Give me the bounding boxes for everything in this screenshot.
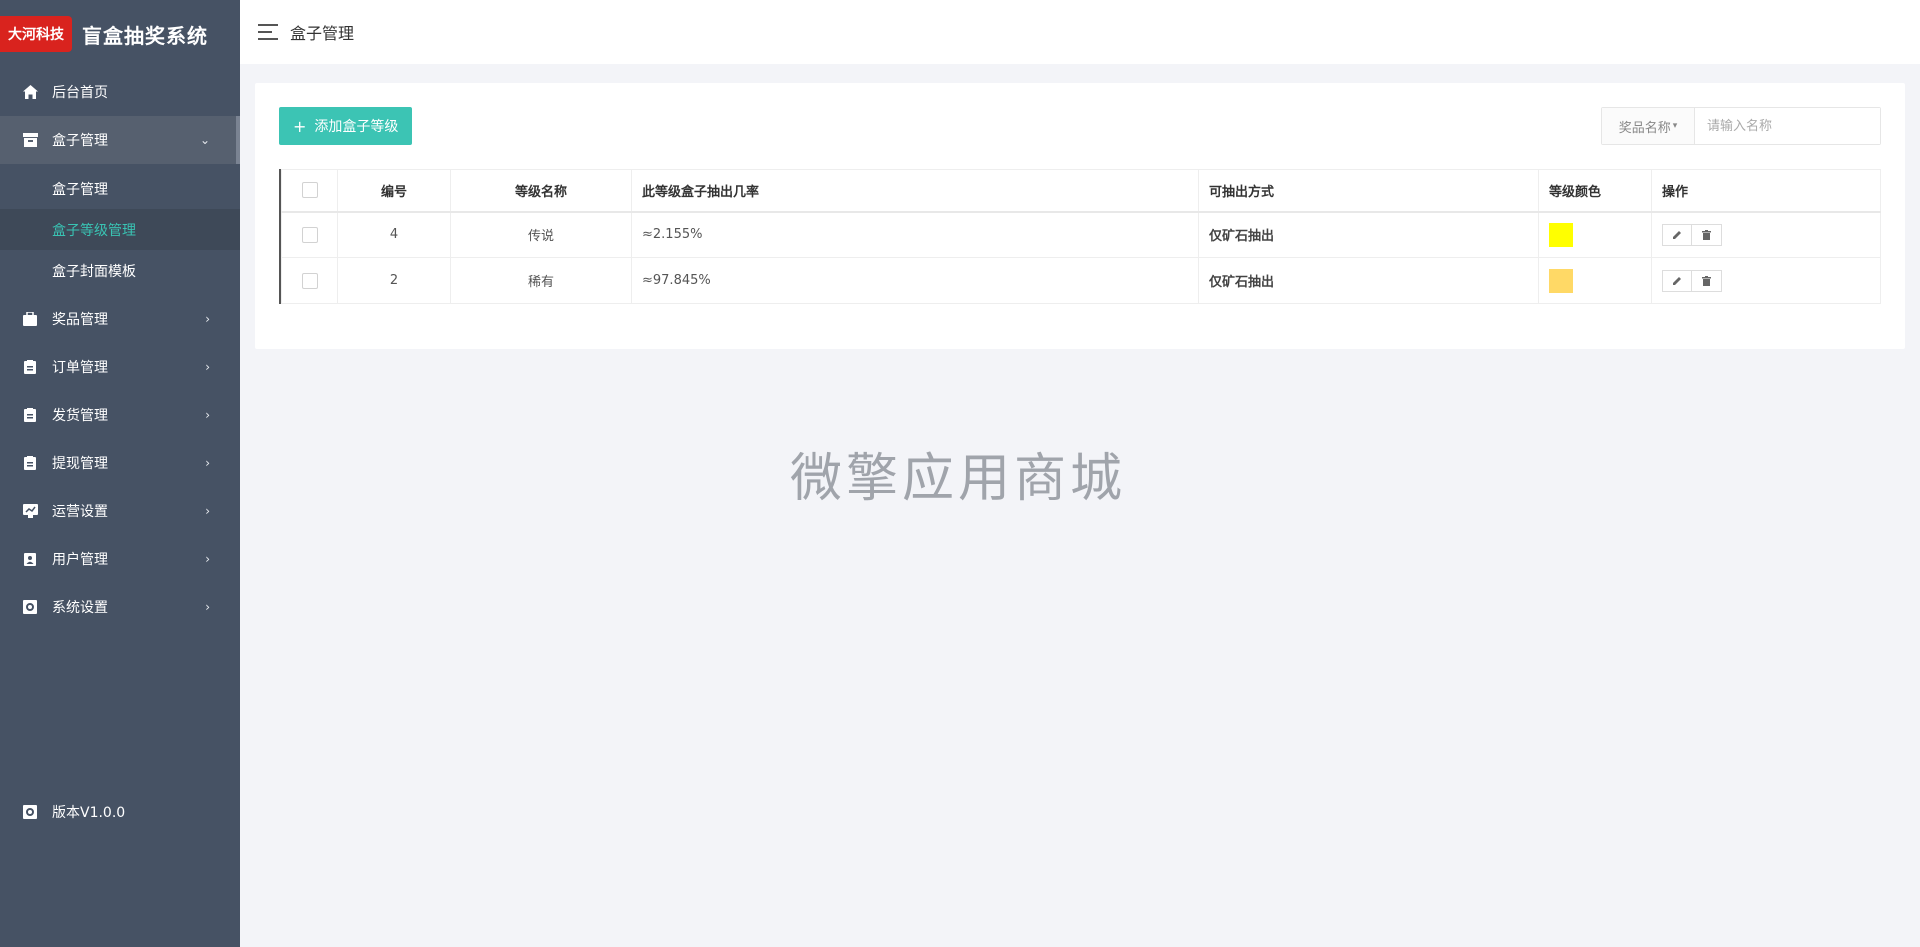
user-badge-icon: [22, 551, 38, 567]
delete-button[interactable]: [1692, 223, 1722, 246]
cell-actions: [1651, 257, 1881, 304]
table-row: 4 传说 ≈2.155% 仅矿石抽出: [281, 211, 1881, 258]
header-method: 可抽出方式: [1198, 169, 1539, 212]
cell-level-name: 传说: [450, 211, 632, 258]
sidebar-item-prize-management[interactable]: 奖品管理 ›: [0, 295, 240, 343]
header-id: 编号: [337, 169, 451, 212]
sidebar-item-order-management[interactable]: 订单管理 ›: [0, 343, 240, 391]
add-button-label: 添加盒子等级: [314, 119, 399, 135]
chevron-right-icon: ›: [205, 552, 210, 566]
brand: 大河科技 盲盒抽奖系统: [0, 0, 240, 68]
sidebar-item-label: 奖品管理: [52, 312, 108, 328]
bag-icon: [22, 311, 38, 327]
sidebar-subitem-box-level-management[interactable]: 盒子等级管理: [0, 209, 240, 250]
chevron-right-icon: ›: [205, 312, 210, 326]
sidebar-item-withdrawal-management[interactable]: 提现管理 ›: [0, 439, 240, 487]
cell-level-name: 稀有: [450, 257, 632, 304]
delete-button[interactable]: [1692, 269, 1722, 292]
cell-rate: ≈97.845%: [631, 257, 1199, 304]
color-swatch: [1549, 222, 1573, 247]
brand-logo: 大河科技: [0, 16, 72, 52]
search-input[interactable]: [1695, 108, 1880, 144]
search-field-select[interactable]: 奖品名称 ▾: [1602, 108, 1695, 144]
sidebar-item-home[interactable]: 后台首页: [0, 68, 240, 116]
sidebar-item-label: 盒子管理: [52, 133, 108, 149]
cell-id: 4: [337, 211, 451, 258]
sidebar-item-label: 订单管理: [52, 360, 108, 376]
gear-box-icon: [22, 804, 38, 820]
edit-button[interactable]: [1662, 269, 1692, 292]
sidebar-item-label: 用户管理: [52, 552, 108, 568]
sidebar-item-label: 提现管理: [52, 456, 108, 472]
sidebar-item-label: 运营设置: [52, 504, 108, 520]
sidebar-item-label: 后台首页: [52, 85, 108, 101]
pencil-icon: [1673, 276, 1681, 285]
row-checkbox[interactable]: [301, 226, 318, 243]
chevron-right-icon: ›: [205, 504, 210, 518]
cell-color: [1538, 211, 1652, 258]
sidebar-item-system-settings[interactable]: 系统设置 ›: [0, 583, 240, 631]
sidebar-item-user-management[interactable]: 用户管理 ›: [0, 535, 240, 583]
gear-box-icon: [22, 599, 38, 615]
edit-button[interactable]: [1662, 223, 1692, 246]
table-header-row: 编号 等级名称 此等级盒子抽出几率 可抽出方式 等级颜色 操作: [281, 169, 1881, 212]
sidebar-item-shipping-management[interactable]: 发货管理 ›: [0, 391, 240, 439]
sidebar-subitem-box-cover-template[interactable]: 盒子封面模板: [0, 250, 240, 291]
cell-method: 仅矿石抽出: [1198, 257, 1539, 304]
sidebar: 大河科技 盲盒抽奖系统 后台首页 盒子管理 ⌄ 盒子管理 盒子等级管理 盒子封面…: [0, 0, 240, 947]
home-icon: [22, 84, 38, 100]
header-rate: 此等级盒子抽出几率: [631, 169, 1199, 212]
cell-id: 2: [337, 257, 451, 304]
caret-down-icon: ▾: [1672, 121, 1678, 131]
chevron-right-icon: ›: [205, 360, 210, 374]
table-row: 2 稀有 ≈97.845% 仅矿石抽出: [281, 257, 1881, 304]
chevron-right-icon: ›: [205, 408, 210, 422]
row-checkbox[interactable]: [301, 272, 318, 289]
pencil-icon: [1673, 230, 1681, 239]
select-all-checkbox[interactable]: [301, 182, 318, 199]
page-title: 盒子管理: [290, 24, 355, 43]
search-select-label: 奖品名称: [1618, 120, 1671, 136]
topbar: 盒子管理: [240, 0, 1920, 64]
cell-actions: [1651, 211, 1881, 258]
box-icon: [22, 132, 38, 148]
sidebar-item-label: 系统设置: [52, 600, 108, 616]
trash-icon: [1702, 229, 1711, 240]
chart-icon: [22, 503, 38, 519]
select-all-cell: [281, 169, 338, 212]
chevron-right-icon: ›: [205, 600, 210, 614]
version-label: 版本V1.0.0: [52, 805, 126, 821]
header-actions: 操作: [1651, 169, 1881, 212]
sidebar-subitem-box-management[interactable]: 盒子管理: [0, 168, 240, 209]
cell-color: [1538, 257, 1652, 304]
clipboard-icon: [22, 407, 38, 423]
cell-rate: ≈2.155%: [631, 211, 1199, 258]
header-color: 等级颜色: [1538, 169, 1652, 212]
sidebar-item-label: 发货管理: [52, 408, 108, 424]
sidebar-item-box-management[interactable]: 盒子管理 ⌄: [0, 116, 240, 164]
submenu-box: 盒子管理 盒子等级管理 盒子封面模板: [0, 164, 240, 295]
plus-icon: +: [293, 116, 307, 136]
sidebar-version: 版本V1.0.0: [0, 788, 240, 836]
menu-toggle-icon[interactable]: [258, 24, 278, 40]
clipboard-icon: [22, 359, 38, 375]
clipboard-icon: [22, 455, 38, 471]
level-table: 编号 等级名称 此等级盒子抽出几率 可抽出方式 等级颜色 操作 4 传说 ≈2.…: [279, 169, 1881, 304]
row-select-cell: [281, 211, 338, 258]
trash-icon: [1702, 275, 1711, 286]
color-swatch: [1549, 268, 1573, 293]
search-bar: 奖品名称 ▾: [1601, 107, 1881, 145]
sidebar-item-operation-settings[interactable]: 运营设置 ›: [0, 487, 240, 535]
sidebar-nav: 后台首页 盒子管理 ⌄ 盒子管理 盒子等级管理 盒子封面模板 奖品管理 › 订单: [0, 68, 240, 631]
row-select-cell: [281, 257, 338, 304]
cell-method: 仅矿石抽出: [1198, 211, 1539, 258]
add-box-level-button[interactable]: + 添加盒子等级: [279, 107, 413, 145]
content-card: + 添加盒子等级 奖品名称▾ 编号 等级名称 此等级盒子抽出几率 可抽出方式 等…: [255, 83, 1905, 349]
chevron-right-icon: ›: [205, 456, 210, 470]
watermark: 微擎应用商城: [790, 449, 1127, 509]
chevron-down-icon: ⌄: [199, 133, 210, 147]
brand-title: 盲盒抽奖系统: [82, 23, 208, 48]
header-level-name: 等级名称: [450, 169, 632, 212]
